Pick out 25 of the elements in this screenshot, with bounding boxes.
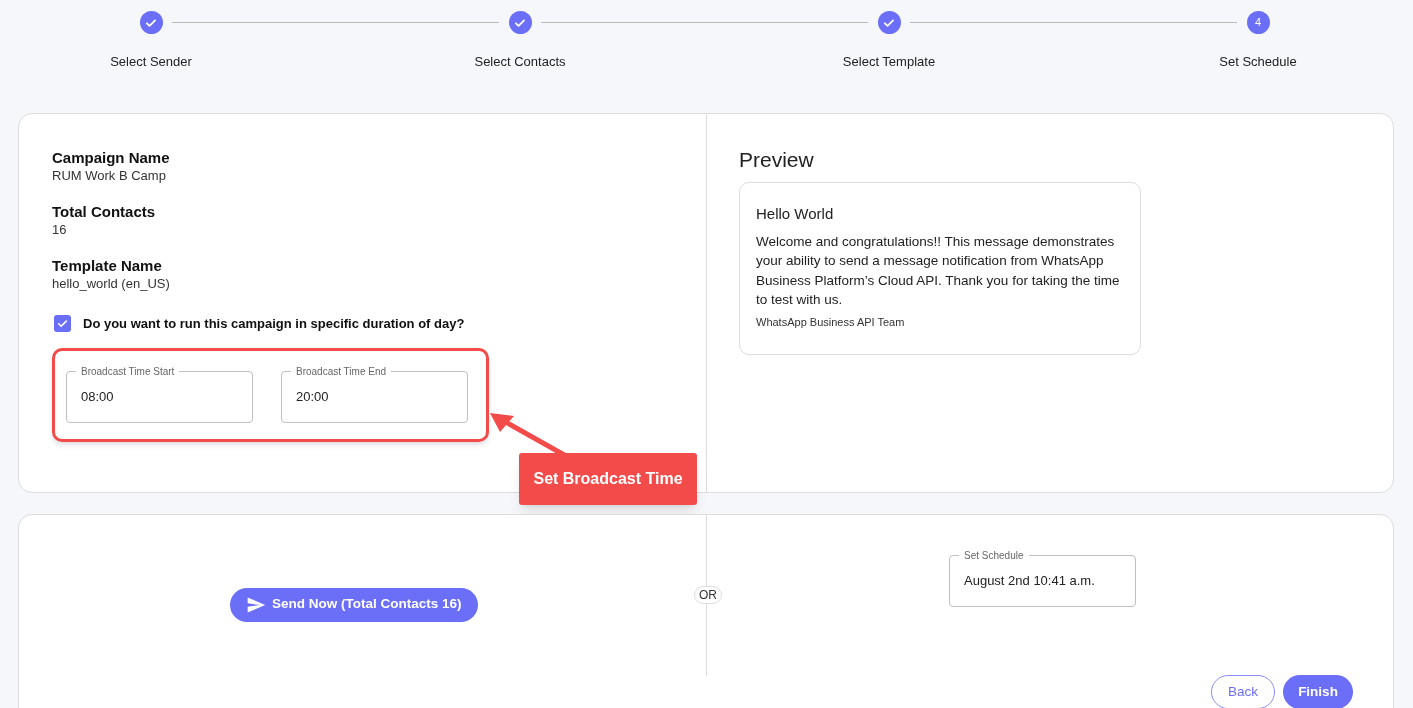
field-value: 08:00 xyxy=(81,387,114,406)
preview-title: Preview xyxy=(739,147,815,173)
summary-value: 16 xyxy=(52,222,68,238)
message-header: Hello World xyxy=(756,204,835,224)
step-label: Select Template xyxy=(842,53,936,71)
summary-label: Campaign Name xyxy=(52,148,171,168)
callout-label: Set Broadcast Time xyxy=(519,453,697,505)
field-value: 20:00 xyxy=(296,387,329,406)
step-label: Select Contacts xyxy=(474,53,566,71)
summary-label: Template Name xyxy=(52,256,163,276)
summary-value: hello_world (en_US) xyxy=(52,276,171,292)
step-number: 4 xyxy=(1246,11,1270,34)
step-label: Set Schedule xyxy=(1219,53,1297,71)
message-body: Welcome and congratulations!! This message demonstrates your ability to send a message notification from WhatsApp Business Platform’s Cloud API. Thank you for taking the time to test with us. xyxy=(756,232,1121,309)
finish-button[interactable]: Finish xyxy=(1283,675,1353,708)
summary-label: Total Contacts xyxy=(52,202,157,222)
message-footer: WhatsApp Business API Team xyxy=(756,313,1124,330)
step-label: Select Sender xyxy=(110,53,192,71)
checkbox-label: Do you want to run this campaign in specific duration of day? xyxy=(83,315,465,333)
summary-value: RUM Work B Camp xyxy=(52,168,167,184)
send-now-button[interactable]: Send Now (Total Contacts 16) xyxy=(230,587,478,622)
back-button[interactable]: Back xyxy=(1211,675,1275,708)
or-label: OR xyxy=(694,586,722,604)
field-value: August 2nd 10:41 a.m. xyxy=(964,572,1095,591)
checkbox[interactable] xyxy=(54,315,71,333)
